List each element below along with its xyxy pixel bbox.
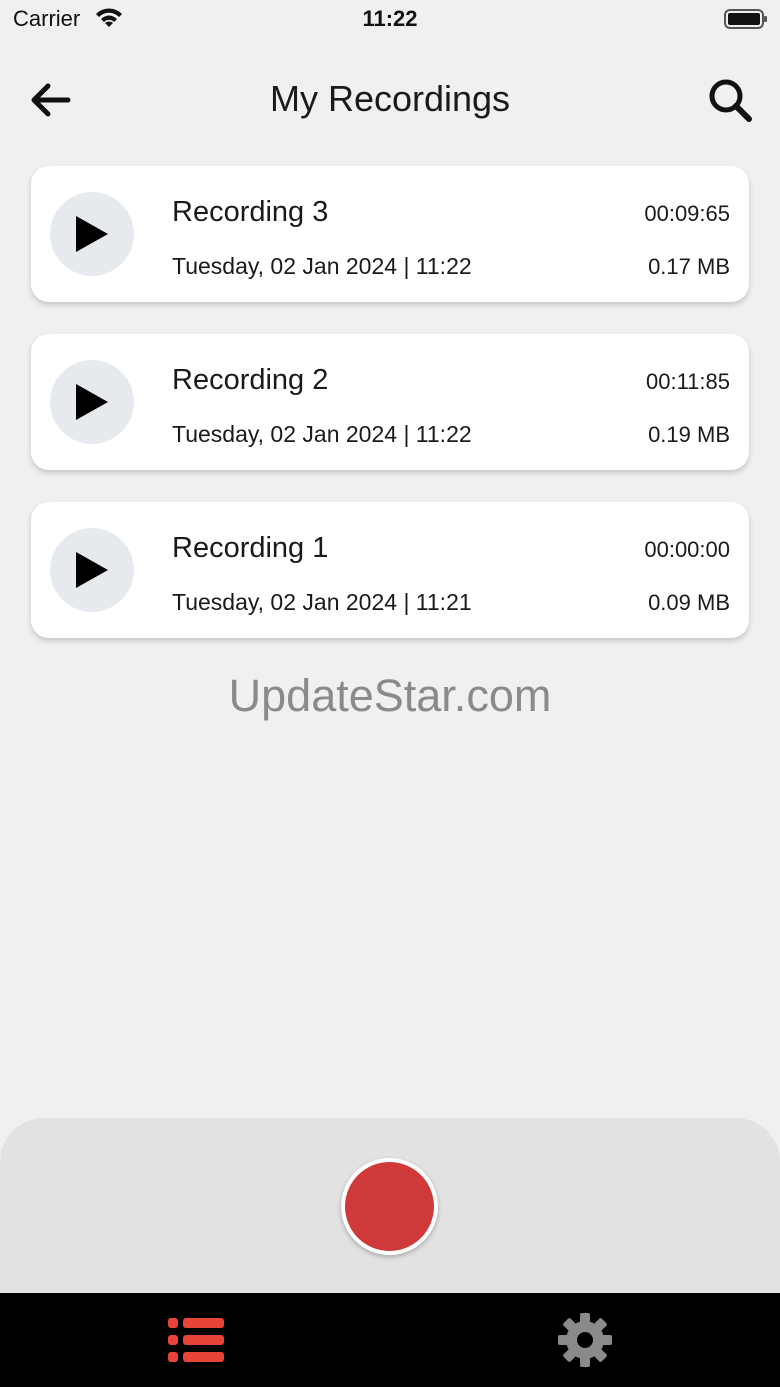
- status-time: 11:22: [362, 6, 418, 31]
- recording-card[interactable]: Recording 2 Tuesday, 02 Jan 2024 | 11:22…: [31, 334, 749, 470]
- gear-icon[interactable]: [556, 1311, 614, 1369]
- watermark-text: UpdateStar.com: [228, 670, 552, 721]
- recording-card[interactable]: Recording 1 Tuesday, 02 Jan 2024 | 11:21…: [31, 502, 749, 638]
- play-button[interactable]: [50, 360, 134, 444]
- play-button[interactable]: [50, 192, 134, 276]
- record-panel: [0, 1118, 780, 1293]
- recording-name: Recording 1: [172, 532, 329, 564]
- play-icon: [76, 384, 108, 420]
- recording-duration: 00:00:00: [644, 537, 730, 562]
- recording-duration: 00:11:85: [645, 369, 730, 394]
- battery-full-icon: [724, 9, 767, 29]
- recording-size: 0.17 MB: [648, 254, 730, 279]
- play-icon: [76, 216, 108, 252]
- record-button[interactable]: [341, 1158, 438, 1255]
- record-icon: [345, 1162, 434, 1251]
- recording-duration: 00:09:65: [644, 201, 730, 226]
- bottom-tab-bar: [0, 1293, 780, 1387]
- play-button[interactable]: [50, 528, 134, 612]
- page-title: My Recordings: [269, 78, 511, 119]
- recording-date: Tuesday, 02 Jan 2024 | 11:21: [172, 589, 472, 615]
- recording-date: Tuesday, 02 Jan 2024 | 11:22: [172, 253, 472, 279]
- list-icon[interactable]: [168, 1317, 226, 1363]
- recording-name: Recording 3: [172, 196, 329, 228]
- status-bar: Carrier 11:22: [0, 0, 780, 40]
- recording-size: 0.19 MB: [648, 422, 730, 447]
- recording-date: Tuesday, 02 Jan 2024 | 11:22: [172, 421, 472, 447]
- recording-list: Recording 3 Tuesday, 02 Jan 2024 | 11:22…: [31, 166, 749, 670]
- recording-size: 0.09 MB: [648, 590, 730, 615]
- search-icon[interactable]: [704, 74, 756, 126]
- recording-name: Recording 2: [172, 364, 329, 396]
- play-icon: [76, 552, 108, 588]
- app-header: My Recordings: [0, 60, 780, 140]
- recording-card[interactable]: Recording 3 Tuesday, 02 Jan 2024 | 11:22…: [31, 166, 749, 302]
